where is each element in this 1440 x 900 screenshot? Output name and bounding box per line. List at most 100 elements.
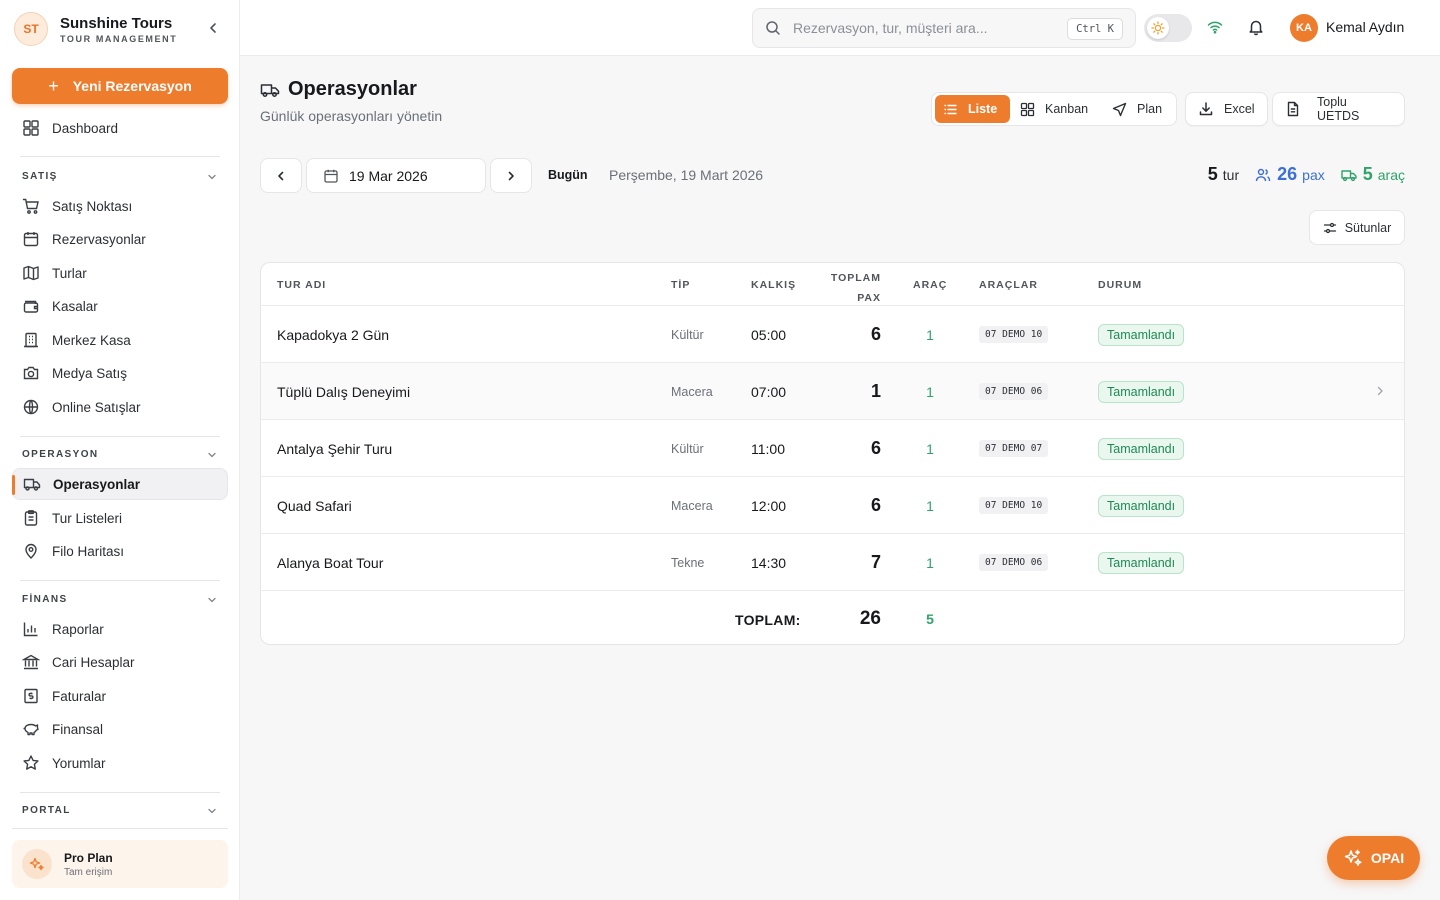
sidebar: ST Sunshine Tours TOUR MANAGEMENT + Yeni… [0, 0, 240, 900]
column-header-departure[interactable]: KALKIŞ [751, 279, 796, 291]
sidebar-item-online-satislar[interactable]: Online Satışlar [12, 391, 228, 423]
pax-count: 6 [870, 324, 881, 344]
chevron-down-icon[interactable] [206, 805, 218, 817]
vehicle-count-label: araç [1377, 167, 1405, 183]
bar-chart-icon [22, 620, 40, 638]
section-operasyon[interactable]: OPERASYON [22, 449, 99, 460]
vehicle-plate: 07 DEMO 10 [979, 326, 1049, 343]
column-header-status[interactable]: DURUM [1098, 279, 1142, 291]
sidebar-item-merkez-kasa[interactable]: Merkez Kasa [12, 324, 228, 356]
search-input[interactable]: Rezervasyon, tur, müşteri ara... Ctrl K [752, 8, 1136, 48]
sidebar-item-label: Yorumlar [52, 755, 106, 771]
next-day-button[interactable] [490, 158, 532, 193]
section-portal[interactable]: PORTAL [22, 805, 71, 816]
table-row[interactable]: Alanya Boat Tour Tekne 14:30 7 1 07 DEMO… [261, 534, 1404, 591]
ai-assistant-button[interactable]: OPAI [1327, 836, 1420, 880]
sidebar-item-label: Dashboard [52, 120, 119, 136]
grid-icon [1020, 102, 1035, 117]
sidebar-item-finansal[interactable]: Finansal [12, 713, 228, 745]
status-badge: Tamamlandı [1098, 380, 1185, 403]
tour-type: Kültür [671, 441, 704, 456]
sidebar-item-label: Kasalar [52, 298, 98, 314]
chevron-down-icon[interactable] [206, 171, 218, 183]
theme-toggle[interactable] [1144, 14, 1192, 42]
download-icon [1198, 101, 1214, 117]
section-satis[interactable]: SATIŞ [22, 171, 58, 182]
sidebar-item-turlar[interactable]: Turlar [12, 257, 228, 289]
new-reservation-button[interactable]: + Yeni Rezervasyon [12, 68, 228, 104]
vehicle-count: 1 [926, 440, 934, 457]
table-header: TUR ADI TİP KALKIŞ TOPLAM PAX ARAÇ ARAÇL… [261, 263, 1404, 306]
page-subtitle: Günlük operasyonları yönetin [260, 108, 443, 124]
table-row[interactable]: Kapadokya 2 Gün Kültür 05:00 6 1 07 DEMO… [261, 306, 1404, 363]
tour-name: Kapadokya 2 Gün [277, 326, 390, 343]
bell-icon[interactable] [1247, 18, 1265, 36]
columns-button[interactable]: Sütunlar [1309, 210, 1405, 245]
uetds-button[interactable]: Toplu UETDS [1272, 92, 1405, 126]
column-header-type[interactable]: TİP [671, 279, 690, 291]
truck-icon [260, 80, 280, 100]
excel-export-button[interactable]: Excel [1185, 92, 1268, 126]
user-name[interactable]: Kemal Aydın [1326, 19, 1404, 35]
sidebar-item-dashboard[interactable]: Dashboard [12, 112, 228, 144]
table-row[interactable]: Quad Safari Macera 12:00 6 1 07 DEMO 10 … [261, 477, 1404, 534]
column-header-vehicles[interactable]: ARAÇLAR [979, 279, 1038, 291]
column-header-name[interactable]: TUR ADI [277, 279, 326, 291]
sidebar-item-raporlar[interactable]: Raporlar [12, 613, 228, 645]
vehicle-plate: 07 DEMO 07 [979, 440, 1049, 457]
avatar[interactable]: KA [1290, 14, 1318, 42]
sidebar-item-satis-noktasi[interactable]: Satış Noktası [12, 190, 228, 222]
divider [12, 828, 228, 829]
view-list-button[interactable]: Liste [935, 95, 1010, 123]
sidebar-item-operasyonlar[interactable]: Operasyonlar [12, 468, 228, 500]
departure-time: 14:30 [751, 554, 787, 571]
chevron-right-icon[interactable] [1374, 385, 1386, 397]
today-button[interactable]: Bugün [548, 168, 588, 182]
sidebar-item-tur-listeleri[interactable]: Tur Listeleri [12, 502, 228, 534]
divider [20, 436, 220, 437]
plan-card[interactable]: Pro Plan Tam erişim [12, 840, 228, 888]
sidebar-item-label: Cari Hesaplar [52, 654, 135, 670]
operations-table: TUR ADI TİP KALKIŞ TOPLAM PAX ARAÇ ARAÇL… [260, 262, 1405, 645]
day-stats: 5 tur 26 pax 5 araç [1192, 164, 1405, 185]
column-header-total-pax-line2: PAX [857, 292, 881, 304]
column-header-vehicle[interactable]: ARAÇ [913, 279, 947, 291]
sidebar-item-label: Faturalar [52, 688, 107, 704]
column-header-total-pax[interactable]: TOPLAM PAX [821, 268, 881, 308]
previous-day-button[interactable] [260, 158, 302, 193]
plus-icon: + [48, 75, 59, 96]
sidebar-item-label: Medya Satış [52, 365, 128, 381]
vehicle-count: 1 [926, 497, 934, 514]
sidebar-item-yorumlar[interactable]: Yorumlar [12, 747, 228, 779]
list-icon [943, 102, 958, 117]
brand[interactable]: ST Sunshine Tours TOUR MANAGEMENT [14, 12, 177, 46]
tour-name: Tüplü Dalış Deneyimi [277, 383, 411, 400]
search-shortcut: Ctrl K [1067, 18, 1123, 40]
view-kanban-button[interactable]: Kanban [1012, 95, 1096, 123]
brand-logo: ST [14, 12, 48, 46]
collapse-sidebar-icon[interactable] [205, 20, 221, 36]
view-plan-button[interactable]: Plan [1104, 95, 1170, 123]
section-finans[interactable]: FİNANS [22, 594, 68, 605]
table-row[interactable]: Tüplü Dalış Deneyimi Macera 07:00 1 1 07… [261, 363, 1404, 420]
tour-name: Alanya Boat Tour [277, 554, 384, 571]
sidebar-item-label: Rezervasyonlar [52, 231, 146, 247]
sparkles-icon [1343, 848, 1363, 868]
tour-type: Kültür [671, 327, 704, 342]
sidebar-item-kasalar[interactable]: Kasalar [12, 290, 228, 322]
sidebar-item-medya-satis[interactable]: Medya Satış [12, 357, 228, 389]
table-row[interactable]: Antalya Şehir Turu Kültür 11:00 6 1 07 D… [261, 420, 1404, 477]
date-picker[interactable]: 19 Mar 2026 [306, 158, 486, 193]
view-plan-label: Plan [1137, 102, 1163, 116]
chevron-down-icon[interactable] [206, 449, 218, 461]
sidebar-item-label: Turlar [52, 265, 87, 281]
sidebar-item-faturalar[interactable]: Faturalar [12, 680, 228, 712]
sparkles-icon [22, 849, 52, 879]
wallet-icon [22, 297, 40, 315]
chevron-down-icon[interactable] [206, 594, 218, 606]
tour-name: Antalya Şehir Turu [277, 440, 393, 457]
sidebar-item-cari-hesaplar[interactable]: Cari Hesaplar [12, 646, 228, 678]
sidebar-item-rezervasyonlar[interactable]: Rezervasyonlar [12, 223, 228, 255]
sidebar-item-label: Merkez Kasa [52, 332, 131, 348]
sidebar-item-filo-haritasi[interactable]: Filo Haritası [12, 535, 228, 567]
